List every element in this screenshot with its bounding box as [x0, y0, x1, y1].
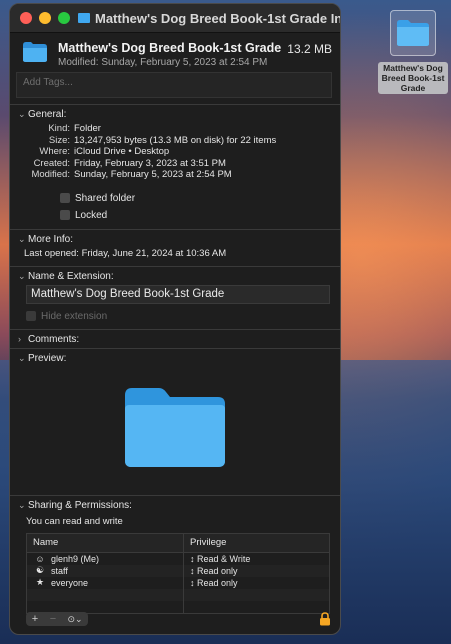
- general-key: Created:: [33, 157, 70, 169]
- general-key: Modified:: [31, 169, 70, 180]
- checkbox-box: [60, 193, 70, 203]
- info-header: Matthew's Dog Breed Book-1st Grade Modif…: [10, 33, 340, 72]
- general-value: Sunday, February 5, 2023 at 2:54 PM: [74, 169, 232, 180]
- section-comments-label: Comments:: [28, 333, 80, 345]
- preview-area: [10, 367, 340, 495]
- action-menu-button[interactable]: ⊙⌄: [62, 612, 88, 626]
- section-preview[interactable]: ⌄ Preview:: [10, 349, 340, 367]
- toolbar-buttons: + − ⊙⌄: [26, 612, 88, 626]
- remove-user-button[interactable]: −: [44, 612, 62, 626]
- general-key: Where:: [39, 146, 70, 157]
- folder-icon: [22, 41, 48, 68]
- general-row: Size: 13,247,953 bytes (13.3 MB on disk) …: [10, 135, 340, 147]
- section-comments[interactable]: › Comments:: [10, 330, 340, 348]
- title-bar[interactable]: Matthew's Dog Breed Book-1st Grade Info: [10, 4, 340, 33]
- section-general[interactable]: ⌄ General:: [10, 105, 340, 123]
- privilege-select[interactable]: ↕ Read only: [183, 564, 329, 577]
- folder-preview-icon: [123, 385, 227, 495]
- shared-folder-checkbox[interactable]: Shared folder: [60, 193, 340, 204]
- folder-icon: [390, 10, 436, 56]
- group-icon: ☯: [35, 565, 45, 575]
- general-row: Modified: Sunday, February 5, 2023 at 2:5…: [10, 169, 340, 181]
- table-row[interactable]: ☯ staff ↕ Read only: [27, 564, 329, 577]
- chevron-down-icon: ⌄: [18, 109, 26, 119]
- privilege-select[interactable]: ↕ Read only: [183, 576, 329, 589]
- chevron-down-icon: ⌄: [18, 270, 26, 281]
- lock-icon[interactable]: [318, 611, 332, 627]
- desktop-folder-label: Matthew's Dog Breed Book-1st Grade: [378, 62, 448, 94]
- everyone-icon: ★: [35, 577, 45, 587]
- general-value: 13,247,953 bytes (13.3 MB on disk) for 2…: [74, 134, 277, 146]
- chevron-down-icon: ⌄: [18, 352, 26, 363]
- chevron-down-icon: ⌄: [18, 499, 26, 510]
- column-header-privilege[interactable]: Privilege: [183, 533, 329, 552]
- general-value: Friday, February 3, 2023 at 3:51 PM: [74, 157, 226, 169]
- general-key: Size:: [48, 134, 70, 146]
- chevron-down-icon: ⌄: [18, 233, 26, 244]
- table-header: Name Privilege: [27, 533, 329, 553]
- section-sharing[interactable]: ⌄ Sharing & Permissions:: [10, 496, 340, 514]
- chevron-right-icon: ›: [18, 334, 21, 344]
- permissions-table: Name Privilege ☺ glenh9 (Me) ↕ Read & Wri…: [26, 532, 330, 614]
- user-name: glenh9 (Me): [51, 553, 100, 564]
- hide-extension-checkbox[interactable]: Hide extension: [26, 311, 340, 322]
- item-name: Matthew's Dog Breed Book-1st Grade: [58, 41, 282, 55]
- permission-note: You can read and write: [26, 515, 123, 527]
- general-row: Created: Friday, February 3, 2023 at 3:51…: [10, 158, 340, 170]
- close-button[interactable]: [20, 12, 32, 24]
- user-icon: ☺: [35, 553, 45, 564]
- tags-field[interactable]: Add Tags...: [16, 72, 332, 98]
- folder-icon: [78, 13, 90, 23]
- table-row[interactable]: ★ everyone ↕ Read only: [27, 576, 329, 589]
- section-preview-label: Preview:: [28, 352, 67, 364]
- general-value: iCloud Drive • Desktop: [74, 146, 170, 157]
- locked-label: Locked: [75, 209, 108, 221]
- window-title-text: Matthew's Dog Breed Book-1st Grade Info: [95, 10, 341, 26]
- general-row: Kind: Folder: [10, 123, 340, 135]
- general-value: Folder: [74, 123, 101, 134]
- name-field[interactable]: Matthew's Dog Breed Book-1st Grade: [26, 284, 330, 304]
- desktop-folder-item[interactable]: Matthew's Dog Breed Book-1st Grade: [378, 10, 448, 94]
- privilege-select[interactable]: ↕ Read & Write: [183, 552, 329, 565]
- info-window: Matthew's Dog Breed Book-1st Grade Info …: [9, 3, 341, 635]
- add-user-button[interactable]: +: [26, 612, 44, 626]
- item-modified: Modified: Sunday, February 5, 2023 at 2:…: [58, 57, 268, 68]
- user-name: everyone: [51, 577, 89, 588]
- general-key: Kind:: [48, 123, 70, 134]
- shared-folder-label: Shared folder: [75, 192, 136, 204]
- item-size: 13.2 MB: [287, 42, 332, 56]
- section-name-extension[interactable]: ⌄ Name & Extension:: [10, 267, 340, 285]
- checkbox-box: [26, 311, 36, 321]
- general-details: Kind: Folder Size: 13,247,953 bytes (13.3 …: [10, 123, 340, 181]
- user-name: staff: [51, 565, 68, 576]
- locked-checkbox[interactable]: Locked: [60, 210, 340, 221]
- table-row-empty: [27, 588, 329, 601]
- section-more-info[interactable]: ⌄ More Info:: [10, 230, 340, 248]
- table-row[interactable]: ☺ glenh9 (Me) ↕ Read & Write: [27, 552, 329, 565]
- permissions-toolbar: + − ⊙⌄: [26, 610, 332, 628]
- checkbox-box: [60, 210, 70, 220]
- last-opened: Last opened: Friday, June 21, 2024 at 10…: [24, 247, 227, 259]
- section-sharing-label: Sharing & Permissions:: [28, 499, 132, 511]
- window-title: Matthew's Dog Breed Book-1st Grade Info: [78, 10, 341, 26]
- section-more-info-label: More Info:: [28, 233, 74, 245]
- minimize-button[interactable]: [39, 12, 51, 24]
- hide-extension-label: Hide extension: [41, 310, 108, 322]
- section-general-label: General:: [28, 109, 67, 120]
- column-header-name[interactable]: Name: [27, 537, 183, 548]
- zoom-button[interactable]: [58, 12, 70, 24]
- general-row: Where: iCloud Drive • Desktop: [10, 146, 340, 158]
- section-name-extension-label: Name & Extension:: [28, 270, 114, 282]
